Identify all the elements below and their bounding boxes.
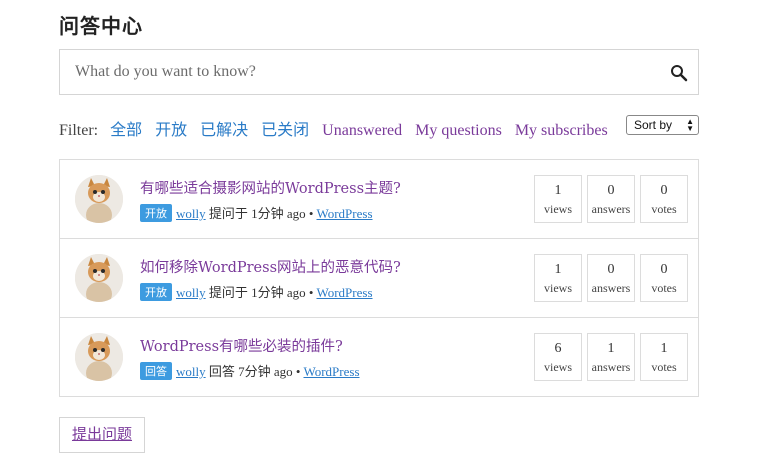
question-time: 7分钟 ago xyxy=(238,364,293,379)
filter-all[interactable]: 全部 xyxy=(110,122,142,139)
views-label: views xyxy=(544,202,572,216)
question-item: 有哪些适合摄影网站的WordPress主题? 开放 wolly 提问于 1分钟 a… xyxy=(60,160,698,239)
status-badge: 回答 xyxy=(140,362,172,380)
status-badge: 开放 xyxy=(140,283,172,301)
votes-label: votes xyxy=(651,202,677,216)
answers-label: answers xyxy=(591,281,631,295)
question-action: 提问于 xyxy=(208,285,248,300)
question-title[interactable]: 如何移除WordPress网站上的恶意代码? xyxy=(140,256,401,277)
page-title: 问答中心 xyxy=(59,14,143,38)
answers-number: 0 xyxy=(607,262,615,277)
views-count: 1 views xyxy=(534,254,582,302)
filter-resolved[interactable]: 已解决 xyxy=(200,122,248,139)
sort-select[interactable]: Sort by ▲ ▼ xyxy=(626,115,699,135)
views-count: 6 views xyxy=(534,333,582,381)
answers-number: 1 xyxy=(607,341,615,356)
kitten-avatar-icon xyxy=(75,175,123,223)
views-number: 1 xyxy=(554,262,562,277)
filter-my-subscribes[interactable]: My subscribes xyxy=(515,122,608,139)
search-input[interactable] xyxy=(60,50,655,94)
ask-question-button[interactable]: 提出问题 xyxy=(59,417,145,453)
meta-separator: • xyxy=(308,206,314,221)
question-time: 1分钟 ago xyxy=(251,206,306,221)
filter-unanswered[interactable]: Unanswered xyxy=(322,122,402,139)
question-meta: 开放 wolly 提问于 1分钟 ago • WordPress xyxy=(140,203,373,222)
answers-count: 0 answers xyxy=(587,175,635,223)
question-item: 如何移除WordPress网站上的恶意代码? 开放 wolly 提问于 1分钟 a… xyxy=(60,239,698,318)
meta-separator: • xyxy=(295,364,301,379)
author-link[interactable]: wolly xyxy=(176,285,206,300)
votes-label: votes xyxy=(651,281,677,295)
question-meta: 回答 wolly 回答 7分钟 ago • WordPress xyxy=(140,361,360,380)
question-meta: 开放 wolly 提问于 1分钟 ago • WordPress xyxy=(140,282,373,301)
avatar[interactable] xyxy=(75,254,123,302)
answers-count: 1 answers xyxy=(587,333,635,381)
author-link[interactable]: wolly xyxy=(176,206,206,221)
category-link[interactable]: WordPress xyxy=(317,206,373,221)
question-stats: 6 views 1 answers 1 votes xyxy=(529,333,688,381)
views-label: views xyxy=(544,360,572,374)
search-icon[interactable] xyxy=(670,64,688,82)
author-link[interactable]: wolly xyxy=(176,364,206,379)
answers-label: answers xyxy=(591,202,631,216)
question-stats: 1 views 0 answers 0 votes xyxy=(529,254,688,302)
category-link[interactable]: WordPress xyxy=(317,285,373,300)
answers-label: answers xyxy=(591,360,631,374)
filter-my-questions[interactable]: My questions xyxy=(415,122,502,139)
ask-question-link[interactable]: 提出问题 xyxy=(72,427,132,443)
filter-label: Filter: xyxy=(59,122,99,139)
views-number: 6 xyxy=(554,341,562,356)
filter-bar: Filter: 全部 开放 已解决 已关闭 Unanswered My ques… xyxy=(59,115,699,139)
question-item: WordPress有哪些必装的插件? 回答 wolly 回答 7分钟 ago • … xyxy=(60,318,698,396)
avatar[interactable] xyxy=(75,175,123,223)
views-count: 1 views xyxy=(534,175,582,223)
votes-count: 0 votes xyxy=(640,254,688,302)
votes-number: 1 xyxy=(660,341,668,356)
filter-open[interactable]: 开放 xyxy=(155,122,187,139)
filter-closed[interactable]: 已关闭 xyxy=(261,122,309,139)
views-number: 1 xyxy=(554,183,562,198)
question-time: 1分钟 ago xyxy=(251,285,306,300)
question-title[interactable]: 有哪些适合摄影网站的WordPress主题? xyxy=(140,177,401,198)
votes-number: 0 xyxy=(660,262,668,277)
votes-number: 0 xyxy=(660,183,668,198)
answers-number: 0 xyxy=(607,183,615,198)
avatar[interactable] xyxy=(75,333,123,381)
question-action: 回答 xyxy=(208,364,235,379)
views-label: views xyxy=(544,281,572,295)
question-title[interactable]: WordPress有哪些必装的插件? xyxy=(140,335,343,356)
kitten-avatar-icon xyxy=(75,254,123,302)
category-link[interactable]: WordPress xyxy=(304,364,360,379)
status-badge: 开放 xyxy=(140,204,172,222)
answers-count: 0 answers xyxy=(587,254,635,302)
search-box xyxy=(59,49,699,95)
meta-separator: • xyxy=(308,285,314,300)
votes-count: 0 votes xyxy=(640,175,688,223)
votes-label: votes xyxy=(651,360,677,374)
question-action: 提问于 xyxy=(208,206,248,221)
question-list: 有哪些适合摄影网站的WordPress主题? 开放 wolly 提问于 1分钟 a… xyxy=(59,159,699,397)
question-stats: 1 views 0 answers 0 votes xyxy=(529,175,688,223)
votes-count: 1 votes xyxy=(640,333,688,381)
kitten-avatar-icon xyxy=(75,333,123,381)
sort-arrows-icon: ▲ ▼ xyxy=(686,117,694,133)
sort-label: Sort by xyxy=(634,118,673,132)
